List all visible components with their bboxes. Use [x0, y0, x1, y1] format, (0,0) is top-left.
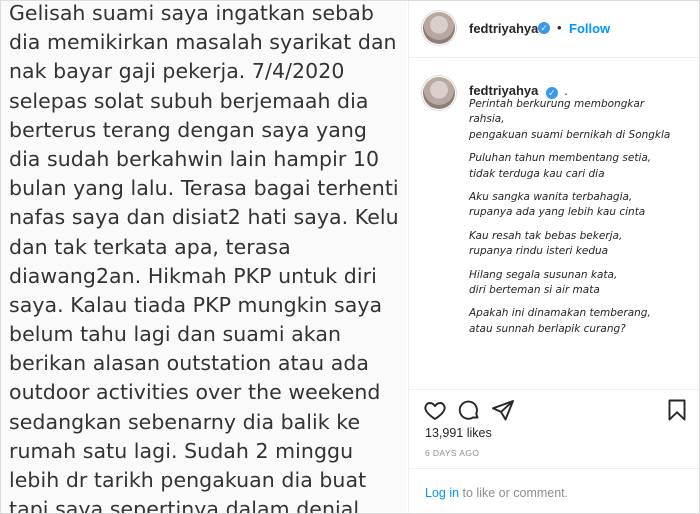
caption-stanza: Hilang segala susunan kata, diri berteman…	[469, 268, 694, 299]
caption-line: Hilang segala susunan kata,	[469, 268, 618, 281]
follow-button[interactable]: Follow	[569, 21, 610, 36]
post-text-line: dan tak terkata apa, terasa	[9, 234, 291, 259]
post-text-line: saya. Kalau tiada PKP mungkin saya	[9, 292, 383, 317]
caption-line: atau sunnah berlapik curang?	[469, 322, 626, 335]
login-bar: Log in to like or comment.	[409, 468, 699, 513]
login-prompt: Log in to like or comment.	[425, 486, 568, 500]
caption-stanza: Kau resah tak bebas bekerja, rupanya rind…	[469, 229, 694, 260]
login-link[interactable]: Log in	[425, 486, 459, 500]
caption-line: rupanya ada yang lebih kau cinta	[469, 206, 646, 219]
post-text-line: rumah satu lagi. Sudah 2 minggu	[9, 438, 354, 463]
likes-count[interactable]: 13,991 likes	[425, 426, 492, 440]
post-text-line: sedangkan sebenarny dia balik ke	[9, 409, 361, 434]
post-text-line: bulan yang lalu. Terasa bagai terhenti	[9, 176, 399, 201]
caption-line: Apakah ini dinamakan temberang,	[469, 307, 651, 320]
post-text-line: berikan alasan outstation atau ada	[9, 351, 370, 376]
login-prompt-rest: to like or comment.	[459, 486, 569, 500]
caption-stanza: Perintah berkurung membongkar rahsia, peng…	[469, 97, 694, 143]
post-text-line: outdoor activities over the weekend	[9, 380, 381, 405]
post-text-line: lebih dr tarikh pengakuan dia buat	[9, 468, 367, 492]
caption-line: tidak terduga kau cari dia	[469, 167, 605, 180]
post-image-text: Gelisah suami saya ingatkan sebab dia mem…	[9, 1, 407, 514]
post-image: Gelisah suami saya ingatkan sebab dia mem…	[1, 1, 407, 514]
caption-line: rupanya rindu isteri kedua	[469, 245, 609, 258]
post-text-line: diawang2an. Hikmah PKP untuk diri	[9, 263, 377, 288]
caption-line: Perintah berkurung membongkar	[469, 98, 645, 110]
post-sidebar: fedtriyahya ✓ • Follow fedtriyahya ✓ . P…	[408, 1, 699, 513]
caption-area: fedtriyahya ✓ . Perintah berkurung membo…	[409, 58, 699, 388]
verified-badge-icon: ✓	[538, 22, 550, 34]
header-username[interactable]: fedtriyahya	[469, 21, 538, 36]
caption-stanza: Apakah ini dinamakan temberang, atau sunn…	[469, 306, 694, 337]
bookmark-icon[interactable]	[665, 398, 689, 422]
post-text-line: nak bayar gaji pekerja. 7/4/2020	[9, 59, 345, 84]
caption-avatar[interactable]	[423, 77, 455, 109]
header-separator: •	[557, 20, 562, 35]
caption-line: diri berteman si air mata	[469, 284, 600, 297]
caption-line: Puluhan tahun membentang setia,	[469, 152, 652, 165]
post-timestamp[interactable]: 6 DAYS AGO	[425, 448, 479, 458]
post-text-line: nafas saya dan disiat2 hati saya. Kelu	[9, 205, 399, 230]
caption-stanza: Aku sangka wanita terbahagia, rupanya ada…	[469, 190, 694, 221]
caption-line: rahsia,	[469, 113, 505, 126]
heart-icon[interactable]	[423, 398, 447, 422]
caption-username[interactable]: fedtriyahya	[469, 83, 538, 98]
caption-stanza: Puluhan tahun membentang setia, tidak ter…	[469, 151, 694, 182]
caption-text: Perintah berkurung membongkar rahsia, peng…	[469, 97, 694, 345]
caption-line: Kau resah tak bebas bekerja,	[469, 229, 623, 242]
action-bar	[409, 389, 699, 426]
caption-suffix: .	[564, 83, 568, 98]
caption-line: Aku sangka wanita terbahagia,	[469, 191, 633, 204]
avatar[interactable]	[423, 12, 455, 44]
post-text-line: belum tahu lagi dan suami akan	[9, 322, 342, 347]
post-text-line: dia sudah berkahwin lain hampir 10	[9, 146, 380, 171]
comment-icon[interactable]	[457, 398, 481, 422]
post-header: fedtriyahya ✓ • Follow	[409, 1, 699, 58]
post-text-line: selepas solat subuh berjemaah dia	[9, 88, 369, 113]
post-text-line: berterus terang dengan saya yang	[9, 117, 367, 142]
post-text-line: tapi saya sepertinya dalam denial	[9, 497, 360, 514]
post-text-line: Gelisah suami saya ingatkan sebab	[9, 1, 374, 25]
post-text-line: dia memikirkan masalah syarikat dan	[9, 30, 397, 55]
instagram-post-window: Gelisah suami saya ingatkan sebab dia mem…	[0, 0, 700, 514]
caption-line: pengakuan suami bernikah di Songkla	[469, 128, 671, 141]
share-icon[interactable]	[491, 398, 515, 422]
